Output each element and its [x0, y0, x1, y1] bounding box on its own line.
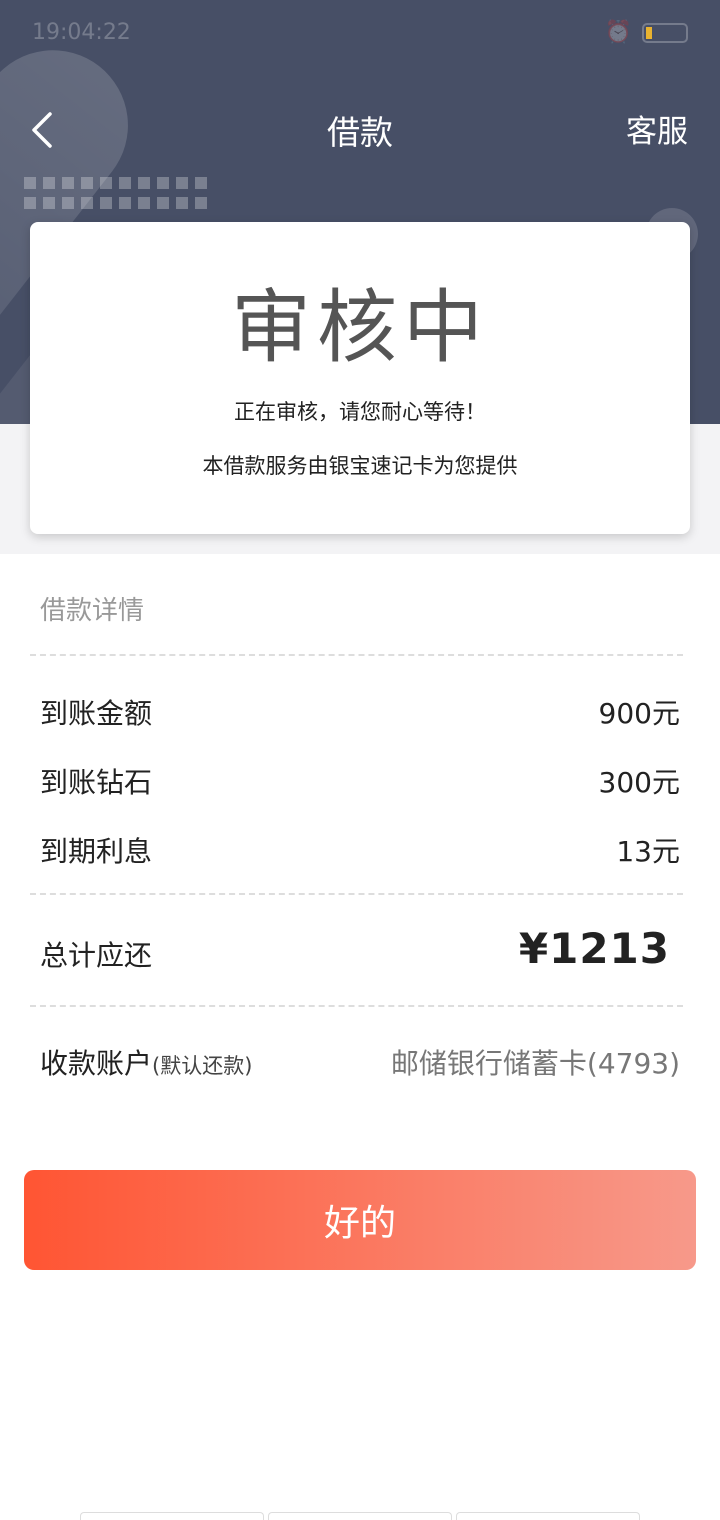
- confirm-button[interactable]: 好的: [24, 1170, 696, 1270]
- detail-row-received-amount: 到账金额 900元: [40, 692, 680, 732]
- row-value: 300元: [598, 766, 680, 799]
- decorative-dots: [24, 177, 207, 209]
- detail-row-diamonds: 到账钻石 300元: [40, 761, 680, 801]
- row-label: 到期利息: [40, 835, 153, 868]
- divider: [30, 654, 683, 656]
- account-value: 邮储银行储蓄卡(4793): [390, 1047, 680, 1080]
- section-title: 借款详情: [40, 596, 145, 626]
- customer-service-link[interactable]: 客服: [626, 106, 688, 151]
- status-time: 19:04:22: [32, 20, 131, 45]
- row-value: 13元: [616, 835, 680, 868]
- total-label: 总计应还: [40, 939, 153, 972]
- row-label: 到账钻石: [40, 766, 153, 799]
- divider: [30, 1005, 683, 1007]
- status-icons: ⏰: [605, 20, 688, 45]
- alarm-icon: ⏰: [604, 20, 632, 45]
- page-title: 借款: [327, 113, 393, 152]
- row-label: 到账金额: [40, 697, 153, 730]
- battery-icon: [642, 22, 688, 43]
- nav-bar: 借款 客服: [0, 96, 720, 160]
- status-card: 审核中 正在审核，请您耐心等待！ 本借款服务由银宝速记卡为您提供: [30, 222, 690, 534]
- detail-row-interest: 到期利息 13元: [40, 830, 680, 870]
- service-provider-text: 本借款服务由银宝速记卡为您提供: [202, 454, 518, 478]
- review-status: 审核中: [231, 281, 489, 374]
- receiving-account-row: 收款账户(默认还款) 邮储银行储蓄卡(4793): [40, 1042, 680, 1082]
- review-message: 正在审核，请您耐心等待！: [234, 400, 486, 424]
- account-label: 收款账户: [40, 1047, 153, 1080]
- bottom-edge-tabs: [80, 1512, 640, 1520]
- divider: [30, 893, 683, 895]
- total-repayment-row: 总计应还 ¥1213: [40, 924, 680, 974]
- status-bar: 19:04:22 ⏰: [0, 14, 720, 52]
- account-note: (默认还款): [152, 1054, 253, 1078]
- row-value: 900元: [598, 697, 680, 730]
- total-value: ¥1213: [518, 924, 670, 973]
